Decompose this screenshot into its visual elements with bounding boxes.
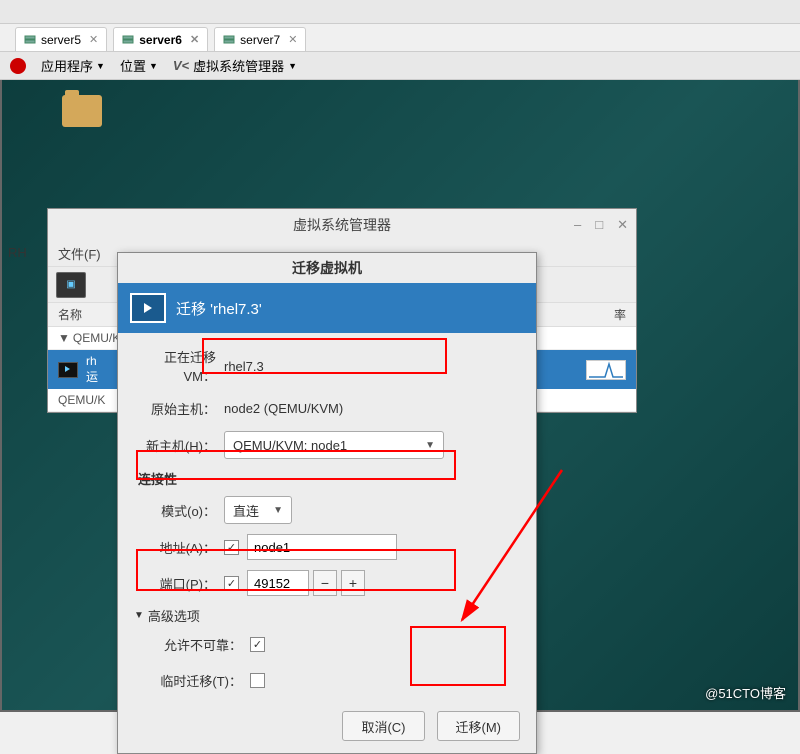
- dialog-title[interactable]: 迁移虚拟机: [118, 253, 536, 283]
- new-vm-button[interactable]: ▣: [56, 272, 86, 298]
- redhat-icon: [10, 58, 26, 74]
- address-label: 地址(A)：: [134, 538, 224, 557]
- tab-label: server7: [240, 33, 280, 47]
- temp-migrate-checkbox[interactable]: [250, 673, 265, 688]
- new-host-label: 新主机(H)：: [134, 436, 224, 455]
- orig-host-value: node2 (QEMU/KVM): [224, 401, 520, 416]
- gnome-panel: 应用程序▼ 位置▼ V< 虚拟系统管理器▼: [0, 52, 800, 80]
- advanced-expander[interactable]: ▼ 高级选项: [134, 606, 520, 625]
- remote-desktop: RH 虚拟系统管理器 – □ ✕ 文件(F) ▣ 名称 率 ▼QEMU/K rh…: [0, 80, 800, 712]
- migrate-icon: [130, 293, 166, 323]
- close-icon[interactable]: ✕: [89, 33, 98, 46]
- server-icon: [122, 34, 134, 46]
- address-checkbox[interactable]: ✓: [224, 540, 239, 555]
- chevron-down-icon: ▼: [134, 610, 144, 621]
- migrating-value: rhel7.3: [224, 359, 520, 374]
- allow-unsafe-checkbox[interactable]: ✓: [250, 637, 265, 652]
- orig-host-label: 原始主机：: [134, 399, 224, 418]
- cpu-sparkline: [586, 360, 626, 380]
- port-input[interactable]: [247, 570, 309, 596]
- mode-select[interactable]: 直连 ▼: [224, 496, 292, 524]
- address-input[interactable]: [247, 534, 397, 560]
- server-icon: [24, 34, 36, 46]
- new-host-select[interactable]: QEMU/KVM: node1 ▼: [224, 431, 444, 459]
- port-increment[interactable]: +: [341, 570, 365, 596]
- vm-running-icon: [58, 362, 78, 378]
- dialog-banner: 迁移 'rhel7.3': [118, 283, 536, 333]
- vmm-icon: V<: [173, 58, 189, 73]
- migrating-label: 正在迁移 VM：: [134, 347, 224, 385]
- migrate-button[interactable]: 迁移(M): [437, 711, 521, 741]
- close-icon[interactable]: ✕: [617, 217, 628, 233]
- maximize-icon[interactable]: □: [595, 217, 603, 233]
- vmm-titlebar[interactable]: 虚拟系统管理器 – □ ✕: [48, 209, 636, 241]
- col-rate[interactable]: 率: [596, 306, 626, 323]
- minimize-icon[interactable]: –: [574, 217, 581, 233]
- places-menu[interactable]: 位置▼: [120, 56, 158, 75]
- chevron-down-icon: ▼: [273, 505, 283, 516]
- tab-server6[interactable]: server6 ✕: [113, 27, 208, 51]
- port-checkbox[interactable]: ✓: [224, 576, 239, 591]
- watermark: @51CTO博客: [705, 683, 786, 702]
- server-icon: [223, 34, 235, 46]
- ide-toolbar: [0, 0, 800, 24]
- tab-server5[interactable]: server5 ✕: [15, 27, 107, 51]
- vmm-launcher[interactable]: V< 虚拟系统管理器▼: [173, 56, 297, 75]
- close-icon[interactable]: ✕: [190, 33, 199, 46]
- banner-text: 迁移 'rhel7.3': [176, 298, 262, 319]
- port-label: 端口(P)：: [134, 574, 224, 593]
- mode-label: 模式(o)：: [134, 501, 224, 520]
- port-decrement[interactable]: −: [313, 570, 337, 596]
- tab-label: server6: [139, 33, 182, 47]
- folder-icon[interactable]: [62, 95, 102, 127]
- connectivity-section: 连接性: [138, 469, 520, 488]
- applications-menu[interactable]: 应用程序▼: [41, 56, 105, 75]
- temp-migrate-label: 临时迁移(T)：: [150, 671, 250, 690]
- close-icon[interactable]: ✕: [288, 33, 297, 46]
- chevron-down-icon: ▼: [425, 440, 435, 451]
- allow-unsafe-label: 允许不可靠：: [150, 635, 250, 654]
- tab-label: server5: [41, 33, 81, 47]
- side-label: RH: [8, 245, 27, 260]
- cancel-button[interactable]: 取消(C): [342, 711, 424, 741]
- migrate-dialog: 迁移虚拟机 迁移 'rhel7.3' 正在迁移 VM： rhel7.3 原始主机…: [117, 252, 537, 754]
- tabs-bar: server5 ✕ server6 ✕ server7 ✕: [0, 24, 800, 52]
- dialog-body: 正在迁移 VM： rhel7.3 原始主机： node2 (QEMU/KVM) …: [118, 333, 536, 753]
- tab-server7[interactable]: server7 ✕: [214, 27, 306, 51]
